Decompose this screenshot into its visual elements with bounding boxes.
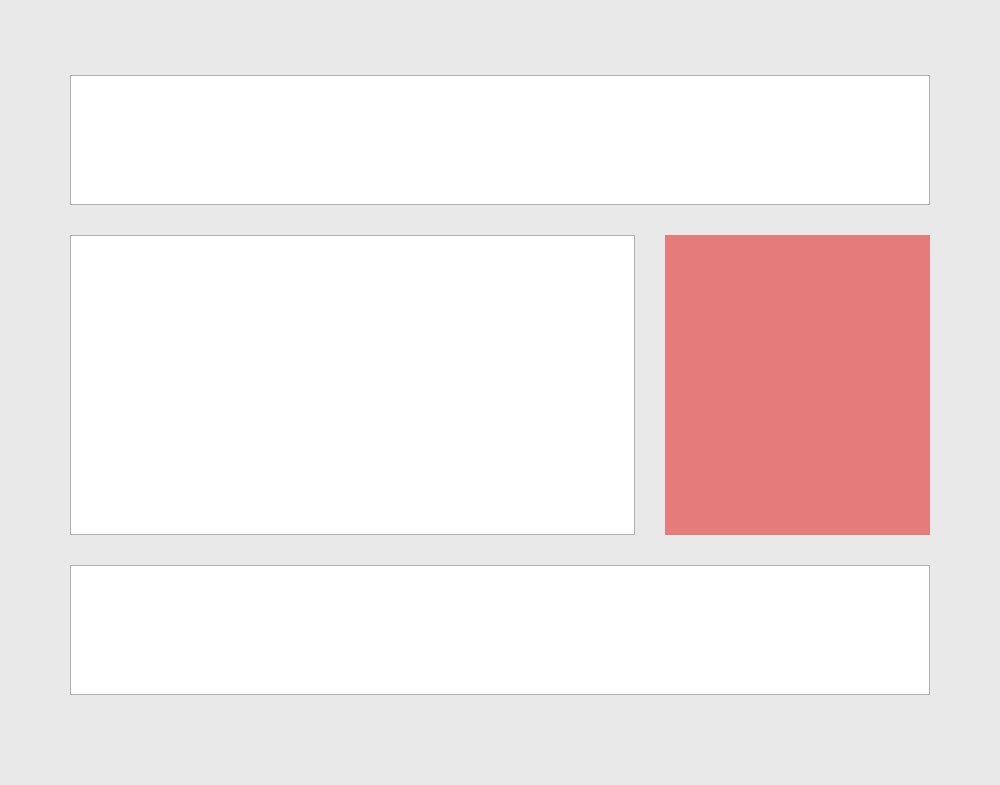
top-panel <box>70 75 930 205</box>
middle-row <box>70 235 930 535</box>
right-panel <box>665 235 930 535</box>
left-panel <box>70 235 635 535</box>
bottom-panel <box>70 565 930 695</box>
wireframe-layout <box>0 0 1000 770</box>
